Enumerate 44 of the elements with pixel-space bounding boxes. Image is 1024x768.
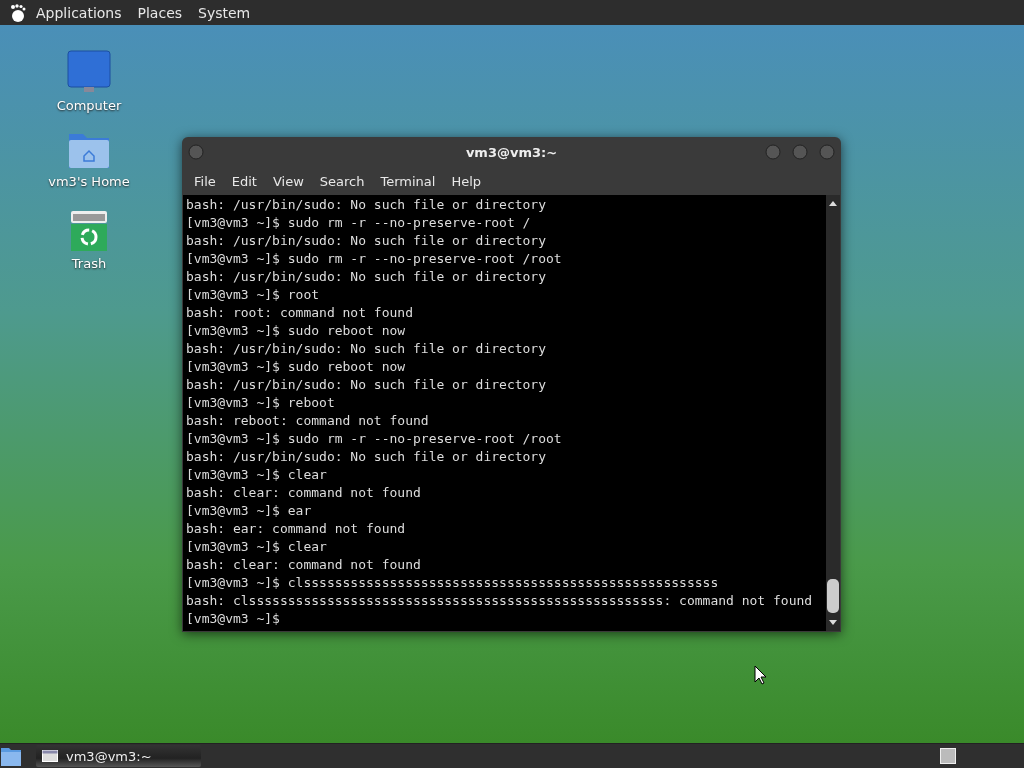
scroll-thumb[interactable] — [827, 579, 839, 613]
terminal-line: bash: /usr/bin/sudo: No such file or directory — [186, 448, 548, 466]
terminal-line: [vm3@vm3 ~]$ sudo rm -r --no-preserve-root /root — [186, 250, 563, 268]
terminal-line: [vm3@vm3 ~]$ — [186, 610, 281, 628]
terminal-line: [vm3@vm3 ~]$ clear — [186, 466, 328, 484]
menu-item[interactable]: Terminal — [372, 173, 444, 189]
terminal-line: [vm3@vm3 ~]$ ear — [186, 502, 313, 520]
menu-item[interactable]: Edit — [223, 173, 265, 189]
terminal-line: bash: ear: command not found — [186, 520, 407, 538]
monitor-icon — [67, 50, 111, 94]
terminal-line: bash: root: command not found — [186, 304, 414, 322]
terminal-line: bash: clsssssssssssssssssssssssssssssssssssssssssssssssssssss: command not found — [186, 592, 814, 610]
mouse-pointer-icon — [754, 665, 768, 685]
show-desktop-icon[interactable] — [0, 745, 22, 767]
foot-logo-icon[interactable] — [8, 2, 28, 23]
terminal-line: bash: /usr/bin/sudo: No such file or directory — [186, 232, 548, 250]
desktop-icon-label[interactable]: Computer — [56, 98, 122, 113]
menu-item[interactable]: File — [186, 173, 224, 189]
terminal-line: [vm3@vm3 ~]$ clear — [186, 538, 328, 556]
menu-item[interactable]: Help — [443, 173, 490, 189]
window-icon — [42, 750, 58, 762]
terminal-line: bash: /usr/bin/sudo: No such file or directory — [186, 376, 548, 394]
panel-menu[interactable]: System — [190, 4, 259, 21]
terminal-line: [vm3@vm3 ~]$ sudo reboot now — [186, 358, 407, 376]
terminal-line: bash: reboot: command not found — [186, 412, 430, 430]
menu-item[interactable]: View — [264, 173, 312, 189]
window-title: vm3@vm3:~ — [465, 144, 558, 160]
terminal-line: [vm3@vm3 ~]$ sudo rm -r --no-preserve-root / — [186, 214, 532, 232]
terminal-line: bash: /usr/bin/sudo: No such file or directory — [186, 340, 548, 358]
terminal-line: [vm3@vm3 ~]$ sudo rm -r --no-preserve-root /root — [186, 430, 563, 448]
panel-menu[interactable]: Applications — [28, 4, 130, 21]
terminal-line: bash: clear: command not found — [186, 556, 422, 574]
terminal-line: bash: clear: command not found — [186, 484, 422, 502]
terminal-line: bash: /usr/bin/sudo: No such file or directory — [186, 196, 548, 214]
terminal-line: [vm3@vm3 ~]$ reboot — [186, 394, 336, 412]
recycle-bin-icon — [70, 210, 108, 252]
taskbar-button[interactable]: vm3@vm3:~ — [36, 745, 201, 767]
terminal-line: [vm3@vm3 ~]$ clsssssssssssssssssssssssssssssssssssssssssssssssssssss — [186, 574, 720, 592]
workspace-switcher[interactable] — [940, 748, 956, 764]
terminal-line: [vm3@vm3 ~]$ sudo reboot now — [186, 322, 407, 340]
terminal-line: [vm3@vm3 ~]$ root — [186, 286, 321, 304]
panel-menu[interactable]: Places — [129, 4, 191, 21]
menu-item[interactable]: Search — [311, 173, 373, 189]
terminal-line: bash: /usr/bin/sudo: No such file or directory — [186, 268, 548, 286]
